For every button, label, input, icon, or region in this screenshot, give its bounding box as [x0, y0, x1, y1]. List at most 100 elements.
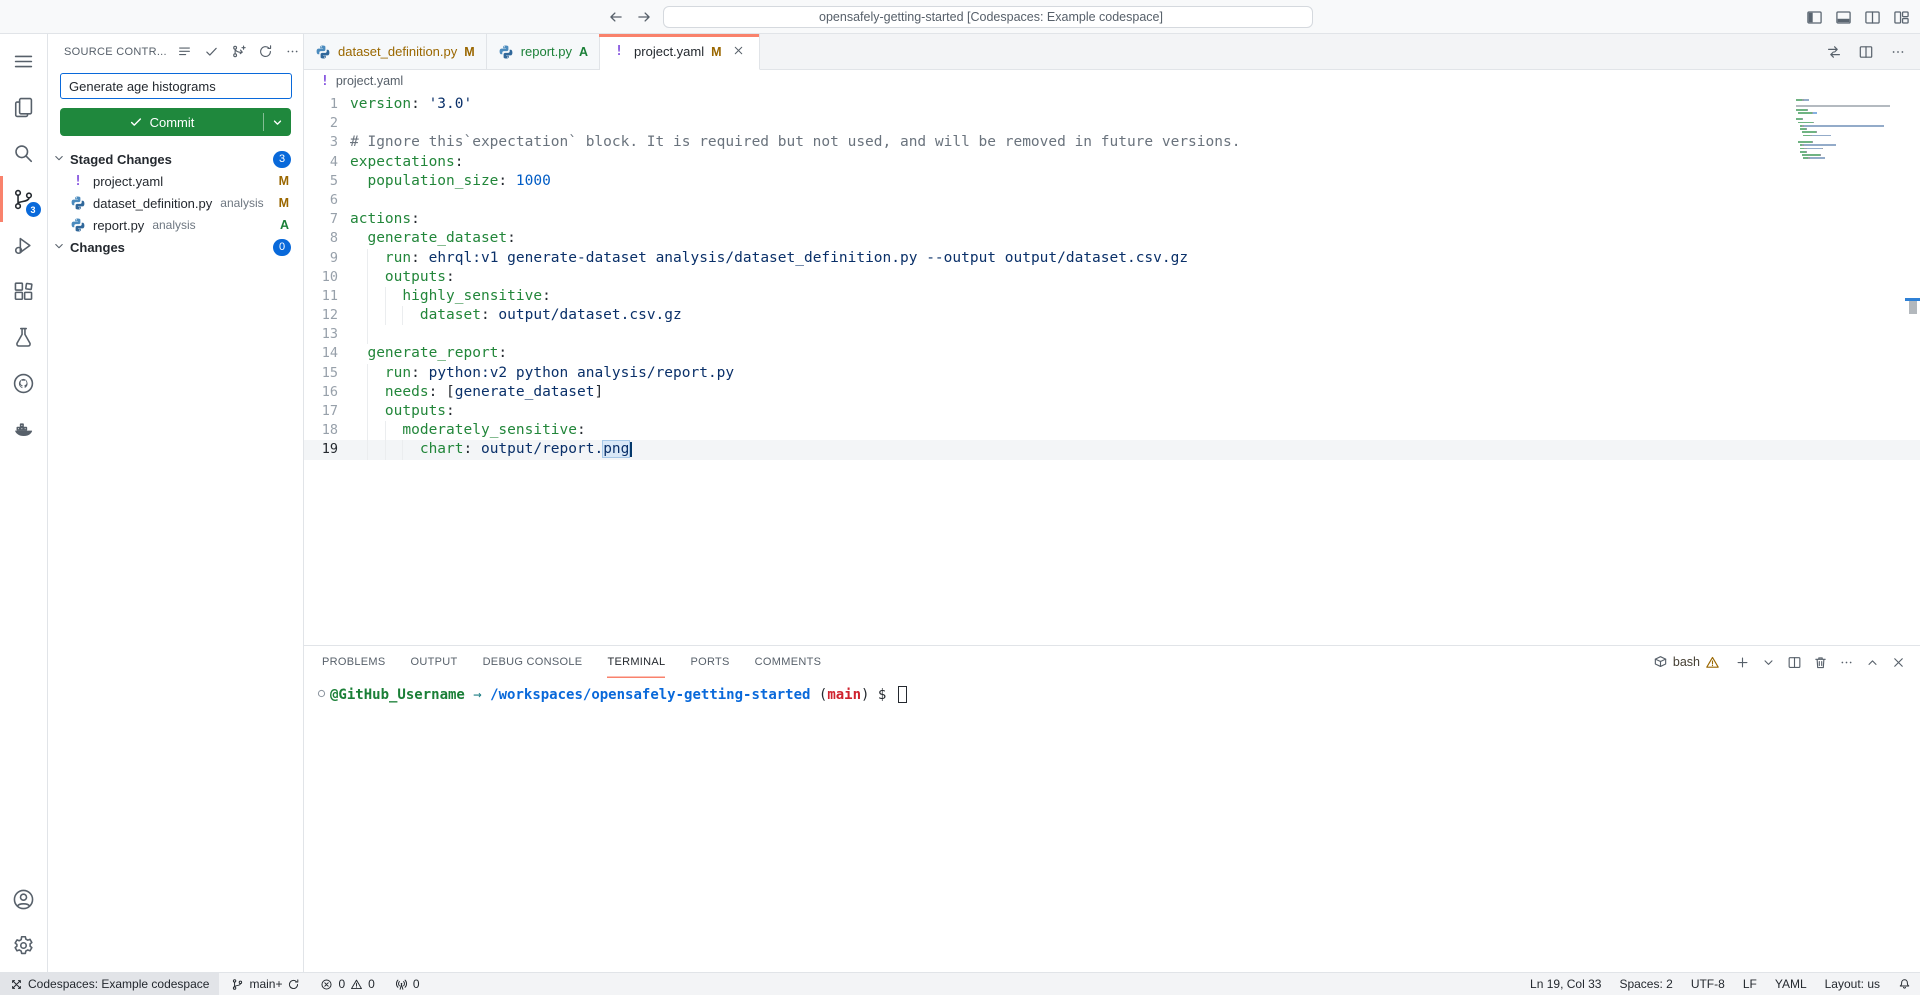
eol[interactable]: LF: [1734, 973, 1766, 995]
status-bar-left: Codespaces: Example codespace main+ 000: [0, 973, 428, 995]
toggle-grid-button[interactable]: [1893, 9, 1910, 26]
code-line: 3# Ignore this`expectation` block. It is…: [304, 133, 1920, 152]
minimap-token: [1802, 118, 1803, 120]
panel-tab-comments[interactable]: COMMENTS: [755, 646, 822, 678]
activity-bar-item-docker[interactable]: [0, 406, 48, 452]
command-center-search[interactable]: opensafely-getting-started [Codespaces: …: [663, 6, 1313, 28]
toggle-sidebar-right-button[interactable]: [1864, 9, 1881, 26]
chevron-up-button[interactable]: [1865, 655, 1880, 670]
commit-check-button[interactable]: [202, 42, 221, 61]
panel-tab-debug-console[interactable]: DEBUG CONSOLE: [483, 646, 583, 678]
tree-section-changes[interactable]: Changes0: [48, 236, 303, 258]
activity-bar-item-extensions[interactable]: [0, 268, 48, 314]
split-editor-button[interactable]: [1787, 655, 1802, 670]
more-actions-button[interactable]: [283, 42, 302, 61]
line-content: [338, 114, 350, 133]
problems-status[interactable]: 00: [312, 973, 382, 995]
editor-tab-dataset_definition.py[interactable]: dataset_definition.pyM: [304, 34, 487, 69]
breadcrumb[interactable]: ! project.yaml: [304, 70, 1920, 92]
minimap-token: [1812, 141, 1813, 143]
split-editor-button[interactable]: [1858, 44, 1874, 60]
activity-bar-item-account[interactable]: [0, 876, 48, 922]
minimap-token: [1806, 151, 1807, 153]
minimap-token: [1802, 131, 1817, 133]
chevron-down-button[interactable]: [1761, 655, 1776, 670]
branch-status-label: main+: [249, 977, 282, 991]
git-status-letter: M: [464, 45, 474, 59]
layout-panel-icon: [1835, 9, 1852, 26]
cursor-position[interactable]: Ln 19, Col 33: [1521, 973, 1610, 995]
search-icon: [12, 142, 35, 165]
panel-tab-terminal[interactable]: TERMINAL: [607, 646, 665, 678]
language-mode[interactable]: YAML: [1766, 973, 1816, 995]
panel-tab-problems[interactable]: PROBLEMS: [322, 646, 386, 678]
radio-tower-icon: [395, 978, 408, 991]
commit-check-icon: [204, 44, 219, 59]
code-editor[interactable]: 1version: '3.0'23# Ignore this`expectati…: [304, 92, 1920, 645]
editor-tab-project.yaml[interactable]: !project.yamlM: [600, 34, 760, 70]
more-actions-button[interactable]: [1890, 44, 1906, 60]
chevron-down-icon: [52, 239, 68, 255]
close-button[interactable]: [1891, 655, 1906, 670]
notifications[interactable]: [1889, 973, 1920, 995]
code-line: 19 chart: output/report.png: [304, 440, 1920, 459]
toggle-panel-button[interactable]: [1835, 9, 1852, 26]
panel-tab-output[interactable]: OUTPUT: [411, 646, 458, 678]
git-status-letter: M: [711, 45, 721, 59]
panel-tab-ports[interactable]: PORTS: [690, 646, 729, 678]
more-actions-button[interactable]: [1839, 655, 1854, 670]
branch-create-button[interactable]: [229, 42, 248, 61]
shell-selector[interactable]: bash: [1653, 655, 1720, 670]
minimap-token: [1807, 148, 1822, 150]
scm-count-badge: 3: [26, 202, 41, 217]
minimap-line: [1796, 131, 1906, 133]
indentation-label: Spaces: 2: [1619, 977, 1672, 991]
commit-dropdown-button[interactable]: [264, 108, 291, 136]
refresh-button[interactable]: [256, 42, 275, 61]
branch-status[interactable]: main+: [223, 973, 308, 995]
activity-bar-item-github[interactable]: [0, 360, 48, 406]
line-number: 13: [304, 325, 338, 344]
minimap-token: [1796, 157, 1803, 159]
activity-bar-item-explorer[interactable]: [0, 84, 48, 130]
commit-message-input[interactable]: [60, 73, 292, 99]
code-token: :: [411, 211, 420, 227]
activity-bar-item-run-debug[interactable]: [0, 222, 48, 268]
commit-button[interactable]: Commit: [60, 108, 291, 136]
code-line: 9 run: ehrql:v1 generate-dataset analysi…: [304, 249, 1920, 268]
toggle-sidebar-left-button[interactable]: [1806, 9, 1823, 26]
activity-bar-item-search[interactable]: [0, 130, 48, 176]
line-number: 3: [304, 133, 338, 152]
github-icon: [12, 372, 35, 395]
tree-section-staged-changes[interactable]: Staged Changes3: [48, 148, 303, 170]
terminal[interactable]: @GitHub_Username → /workspaces/opensafel…: [304, 678, 1920, 972]
remote-indicator[interactable]: Codespaces: Example codespace: [0, 973, 219, 995]
scm-file-row[interactable]: !project.yamlM: [48, 170, 303, 192]
minimap[interactable]: [1796, 96, 1906, 160]
forward-button[interactable]: [635, 8, 653, 26]
indent-guide: [385, 440, 386, 459]
encoding[interactable]: UTF-8: [1682, 973, 1734, 995]
minimap-token: [1804, 125, 1884, 127]
indentation[interactable]: Spaces: 2: [1610, 973, 1681, 995]
editor-tab-report.py[interactable]: report.pyA: [487, 34, 600, 69]
tree-section-label: Changes: [70, 240, 125, 255]
trash-button[interactable]: [1813, 655, 1828, 670]
keyboard-layout[interactable]: Layout: us: [1816, 973, 1889, 995]
scm-file-row[interactable]: dataset_definition.pyanalysisM: [48, 192, 303, 214]
activity-bar-item-source-control[interactable]: 3: [0, 176, 48, 222]
commit-button-main[interactable]: Commit: [60, 108, 263, 136]
activity-bar-item-testing[interactable]: [0, 314, 48, 360]
open-changes-button[interactable]: [1826, 44, 1842, 60]
back-button[interactable]: [607, 8, 625, 26]
scm-file-row[interactable]: report.pyanalysisA: [48, 214, 303, 236]
minimap-line: [1796, 122, 1906, 124]
ports-status[interactable]: 0: [387, 973, 428, 995]
code-token: ehrql:v1 generate-dataset analysis/datas…: [429, 250, 1189, 266]
activity-bar-item-settings[interactable]: [0, 922, 48, 968]
close-tab-button[interactable]: [732, 44, 748, 60]
activity-bar-item-menu[interactable]: [0, 38, 48, 84]
plus-button[interactable]: [1735, 655, 1750, 670]
view-sort-button[interactable]: [175, 42, 194, 61]
code-token: :: [542, 288, 551, 304]
